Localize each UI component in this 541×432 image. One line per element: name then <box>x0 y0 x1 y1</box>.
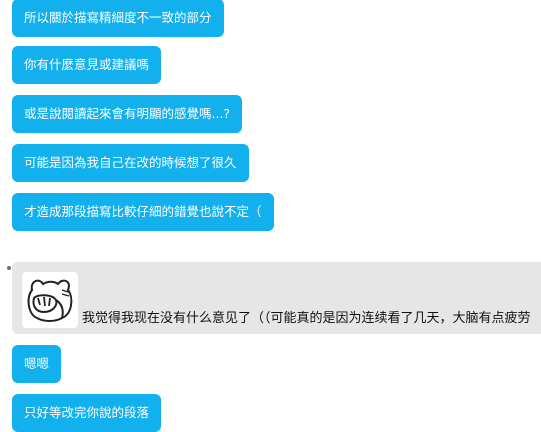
message-text: 我觉得我现在没有什么意见了（（可能真的是因为连续看了几天，大脑有点疲劳 <box>82 311 531 326</box>
message-text: 可能是因為我自己在改的時候想了很久 <box>24 155 237 170</box>
message-text: 嗯嗯 <box>24 356 50 371</box>
message-bubble: 或是說閱讀起來會有明顯的感覺嗎...? <box>12 95 243 133</box>
message-text: 你有什麼意見或建議嗎 <box>24 57 150 72</box>
message-text: 所以關於描寫精細度不一致的部分 <box>24 10 212 25</box>
message-bubble: 你有什麼意見或建議嗎 <box>12 46 162 84</box>
message-bubble: 可能是因為我自己在改的時候想了很久 <box>12 144 249 182</box>
bubble-tail-icon <box>7 266 11 270</box>
chat-message-list: 所以關於描寫精細度不一致的部分 你有什麼意見或建議嗎 或是說閱讀起來會有明顯的感… <box>0 0 541 432</box>
facepalm-bear-sticker-icon[interactable] <box>22 272 78 328</box>
message-text: 才造成那段描寫比較仔細的錯覺也說不定（ <box>24 204 262 219</box>
incoming-message-bubble: 我觉得我现在没有什么意见了（（可能真的是因为连续看了几天，大脑有点疲劳 <box>12 262 541 334</box>
message-bubble: 只好等改完你說的段落 <box>12 394 162 432</box>
message-bubble: 才造成那段描寫比較仔細的錯覺也說不定（ <box>12 193 274 231</box>
message-text: 或是說閱讀起來會有明顯的感覺嗎...? <box>24 106 231 121</box>
message-bubble: 所以關於描寫精細度不一致的部分 <box>12 0 224 37</box>
message-bubble: 嗯嗯 <box>12 345 62 383</box>
message-text: 只好等改完你說的段落 <box>24 405 150 420</box>
